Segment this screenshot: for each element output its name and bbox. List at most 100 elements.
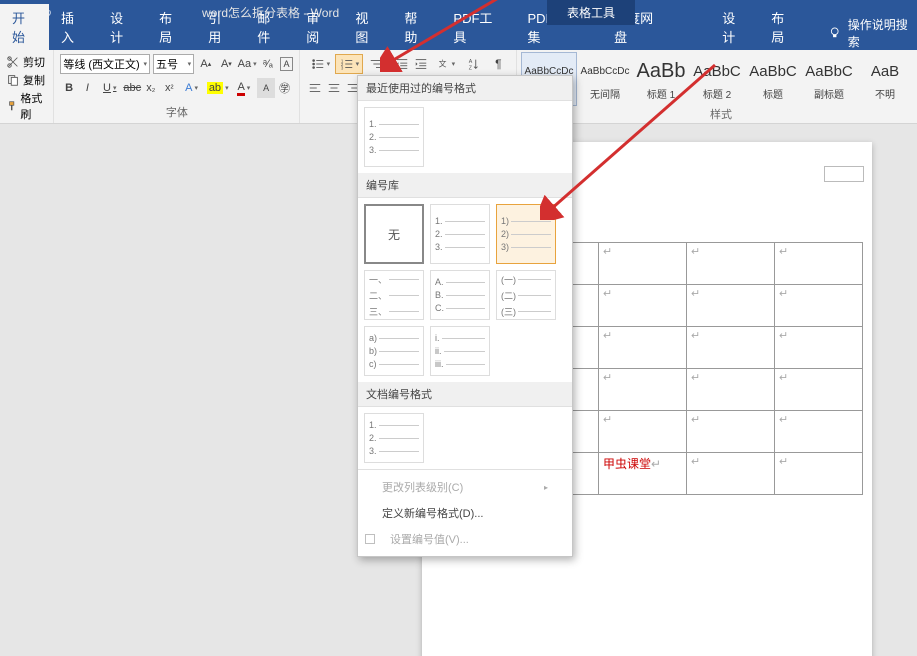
underline-button[interactable]: U▾	[97, 78, 122, 98]
tab-mailings[interactable]: 邮件	[245, 4, 294, 50]
font-color-button[interactable]: A▾	[231, 78, 256, 98]
change-case-button[interactable]: Aa▾	[238, 54, 256, 74]
tab-layout[interactable]: 布局	[147, 4, 196, 50]
tab-home[interactable]: 开始	[0, 4, 49, 50]
style-subtitle[interactable]: AaBbC副标题	[801, 52, 857, 106]
enclose-char-button[interactable]: ㊫	[276, 78, 293, 98]
numbering-option-none[interactable]: 无	[364, 204, 424, 264]
style-gallery: AaBbCcDc文 AaBbCcDc无间隔 AaBb标题 1 AaBbC标题 2…	[521, 52, 913, 106]
tab-design[interactable]: 设计	[98, 4, 147, 50]
copy-icon	[6, 73, 20, 87]
asian-layout-icon: 文	[436, 57, 450, 71]
strikethrough-button[interactable]: abc	[123, 78, 141, 98]
format-painter-button[interactable]: 格式刷	[6, 90, 47, 122]
svg-text:文: 文	[438, 59, 446, 69]
char-shading-button[interactable]: A	[257, 78, 274, 98]
tab-pdf-tools[interactable]: PDF工具	[441, 4, 515, 50]
cut-label: 剪切	[23, 54, 45, 70]
tell-me-text: 操作说明搜索	[848, 16, 917, 50]
scissors-icon	[6, 55, 20, 69]
outdent-icon	[395, 57, 409, 71]
bold-button[interactable]: B	[60, 78, 77, 98]
bullets-icon	[311, 57, 325, 71]
doc-formats-header: 文档编号格式	[358, 382, 572, 407]
numbering-icon: 123	[340, 57, 354, 71]
align-center-icon	[327, 81, 341, 95]
copy-button[interactable]: 复制	[6, 72, 47, 88]
highlight-button[interactable]: ab▾	[205, 78, 230, 98]
style-no-spacing[interactable]: AaBbCcDc无间隔	[577, 52, 633, 106]
sort-icon: AZ	[467, 57, 481, 71]
text-effects-button[interactable]: A▾	[179, 78, 204, 98]
cut-button[interactable]: 剪切	[6, 54, 47, 70]
align-left-button[interactable]	[306, 78, 324, 98]
styles-label: 样式	[521, 106, 917, 122]
ruler-corner	[824, 166, 864, 182]
define-new-format-item[interactable]: 定义新编号格式(D)...	[358, 500, 572, 526]
sort-button[interactable]: AZ	[460, 54, 488, 74]
set-value-icon	[364, 533, 376, 545]
recent-formats-header: 最近使用过的编号格式	[358, 76, 572, 101]
clipboard-group: 剪切 复制 格式刷 贴板	[0, 50, 54, 123]
recent-formats-section: 1. 2. 3.	[358, 101, 572, 173]
font-size-select[interactable]: 五号▾	[153, 54, 194, 74]
tab-references[interactable]: 引用	[196, 4, 245, 50]
numbering-option-lib-3[interactable]: 一、 二、 三、	[364, 270, 424, 320]
align-center-button[interactable]	[325, 78, 343, 98]
indent-icon	[414, 57, 428, 71]
numbering-option-lib-4[interactable]: A. B. C.	[430, 270, 490, 320]
numbering-dropdown: 最近使用过的编号格式 1. 2. 3. 编号库 无 1. 2. 3. 1) 2)…	[357, 75, 573, 557]
style-heading2[interactable]: AaBbC标题 2	[689, 52, 745, 106]
numbering-option-lib-6[interactable]: a) b) c)	[364, 326, 424, 376]
subscript-button[interactable]: x₂	[142, 78, 159, 98]
table-cell-content: 甲虫课堂	[603, 457, 651, 471]
decrease-indent-button[interactable]	[393, 54, 411, 74]
svg-text:3: 3	[340, 65, 343, 70]
increase-indent-button[interactable]	[412, 54, 430, 74]
grow-font-button[interactable]: A▴	[197, 54, 215, 74]
style-heading1[interactable]: AaBb标题 1	[633, 52, 689, 106]
bullets-button[interactable]: ▾	[306, 54, 334, 74]
numbering-option-lib-7[interactable]: i. ii. iii.	[430, 326, 490, 376]
shrink-font-button[interactable]: A▾	[218, 54, 236, 74]
ribbon-tabs: 开始 插入 设计 布局 引用 邮件 审阅 视图 帮助 PDF工具 PDF工具集 …	[0, 25, 917, 50]
multilevel-list-button[interactable]: ▾	[364, 54, 392, 74]
dropdown-menu-items: 更改列表级别(C)▸ 定义新编号格式(D)... 设置编号值(V)...	[358, 469, 572, 556]
char-border-button[interactable]: A	[280, 57, 294, 71]
tab-review[interactable]: 审阅	[294, 4, 343, 50]
library-section: 无 1. 2. 3. 1) 2) 3) 一、 二、 三、 A. B. C. (一…	[358, 198, 572, 382]
numbering-option-lib-5[interactable]: (一) (二) (三)	[496, 270, 556, 320]
show-marks-button[interactable]: ¶	[489, 54, 507, 74]
font-name-value: 等线 (西文正文)	[63, 56, 139, 72]
bulb-icon	[828, 26, 841, 40]
tab-insert[interactable]: 插入	[49, 4, 98, 50]
numbering-option-doc-1[interactable]: 1. 2. 3.	[364, 413, 424, 463]
style-other[interactable]: AaB不明	[857, 52, 913, 106]
style-title[interactable]: AaBbC标题	[745, 52, 801, 106]
font-group: 等线 (西文正文)▾ 五号▾ A▴ A▾ Aa▾ ᵃ⁄ₐ A B I U▾ ab…	[54, 50, 300, 123]
copy-label: 复制	[23, 72, 45, 88]
tab-view[interactable]: 视图	[343, 4, 392, 50]
doc-formats-section: 1. 2. 3.	[358, 407, 572, 469]
library-header: 编号库	[358, 173, 572, 198]
numbering-option-lib-1[interactable]: 1. 2. 3.	[430, 204, 490, 264]
numbering-option-recent-1[interactable]: 1. 2. 3.	[364, 107, 424, 167]
superscript-button[interactable]: x²	[161, 78, 178, 98]
font-size-value: 五号	[156, 56, 178, 72]
asian-layout-button[interactable]: 文▾	[431, 54, 459, 74]
tab-help[interactable]: 帮助	[392, 4, 441, 50]
context-tab-title: 表格工具	[547, 0, 635, 25]
change-list-level-item: 更改列表级别(C)▸	[358, 474, 572, 500]
tab-table-layout[interactable]: 布局	[759, 4, 808, 50]
format-painter-label: 格式刷	[20, 90, 47, 122]
numbering-option-lib-2[interactable]: 1) 2) 3)	[496, 204, 556, 264]
tell-me-search[interactable]: 操作说明搜索	[828, 16, 917, 50]
svg-text:A: A	[469, 59, 473, 65]
font-name-select[interactable]: 等线 (西文正文)▾	[60, 54, 150, 74]
phonetic-guide-button[interactable]: ᵃ⁄ₐ	[259, 54, 277, 74]
tab-table-design[interactable]: 设计	[710, 4, 759, 50]
italic-button[interactable]: I	[79, 78, 96, 98]
font-label: 字体	[60, 102, 293, 122]
multilevel-icon	[369, 57, 383, 71]
numbering-button[interactable]: 123▾	[335, 54, 363, 74]
